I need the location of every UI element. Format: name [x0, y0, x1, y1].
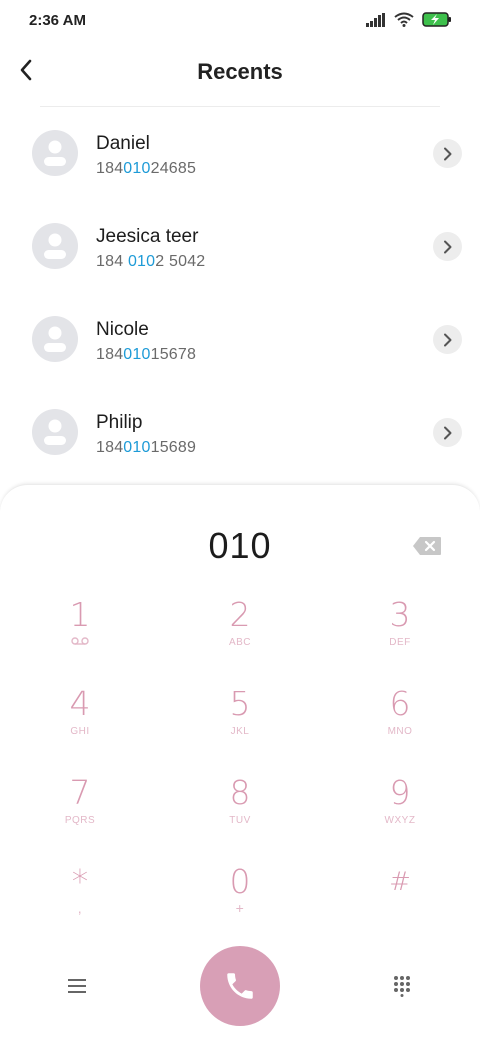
key-0[interactable]: 0 + [180, 864, 300, 944]
list-item[interactable]: Philip 18401015689 [0, 386, 480, 479]
key-6[interactable]: 6 MNO [340, 686, 460, 766]
status-icons [366, 12, 452, 27]
wifi-icon [394, 12, 414, 27]
key-3[interactable]: 3 DEF [340, 597, 460, 677]
key-hash[interactable]: # [340, 864, 460, 944]
menu-icon [68, 979, 86, 993]
keypad-toggle-button[interactable] [389, 973, 415, 999]
contact-name: Nicole [96, 319, 149, 340]
key-7[interactable]: 7 PQRS [20, 775, 140, 855]
key-2[interactable]: 2 ABC [180, 597, 300, 677]
signal-icon [366, 12, 385, 27]
contact-number: 18401015678 [96, 346, 197, 363]
phone-icon [227, 973, 253, 999]
list-item[interactable]: Daniel 18401024685 [0, 107, 480, 200]
person-icon [44, 419, 66, 445]
contact-name: Philip [96, 412, 143, 433]
status-time: 2:36 AM [29, 12, 86, 29]
status-bar: 2:36 AM [0, 0, 480, 44]
avatar [32, 130, 78, 176]
contact-number: 18401015689 [96, 439, 197, 456]
avatar [32, 223, 78, 269]
contact-number: 18401024685 [96, 160, 197, 177]
key-1[interactable]: 1 [20, 597, 140, 677]
person-icon [44, 233, 66, 259]
chevron-right-icon [443, 426, 451, 439]
chevron-right-icon [443, 147, 451, 160]
contact-number: 184 0102 5042 [96, 253, 206, 270]
key-4[interactable]: 4 GHI [20, 686, 140, 766]
bottom-actions [0, 946, 480, 1026]
key-8[interactable]: 8 TUV [180, 775, 300, 855]
call-button[interactable] [200, 946, 280, 1026]
header: Recents [0, 46, 480, 102]
contact-name: Daniel [96, 133, 150, 154]
keypad-icon [394, 976, 410, 997]
contacts-list: Daniel 18401024685 Jeesica teer 184 0102… [0, 107, 480, 479]
contact-name: Jeesica teer [96, 226, 199, 247]
details-button[interactable] [433, 325, 462, 354]
key-5[interactable]: 5 JKL [180, 686, 300, 766]
dialed-number[interactable]: 010 [0, 525, 480, 567]
avatar [32, 409, 78, 455]
key-9[interactable]: 9 WXYZ [340, 775, 460, 855]
page-title: Recents [197, 59, 283, 84]
menu-button[interactable] [64, 973, 90, 999]
person-icon [44, 326, 66, 352]
details-button[interactable] [433, 139, 462, 168]
list-item[interactable]: Jeesica teer 184 0102 5042 [0, 200, 480, 293]
backspace-icon[interactable] [412, 536, 442, 556]
chevron-right-icon [443, 240, 451, 253]
avatar [32, 316, 78, 362]
person-icon [44, 140, 66, 166]
chevron-right-icon [443, 333, 451, 346]
list-item[interactable]: Nicole 18401015678 [0, 293, 480, 386]
key-star[interactable]: * , [20, 864, 140, 944]
battery-charging-icon [422, 12, 451, 27]
details-button[interactable] [433, 232, 462, 261]
details-button[interactable] [433, 418, 462, 447]
voicemail-icon [20, 637, 140, 651]
